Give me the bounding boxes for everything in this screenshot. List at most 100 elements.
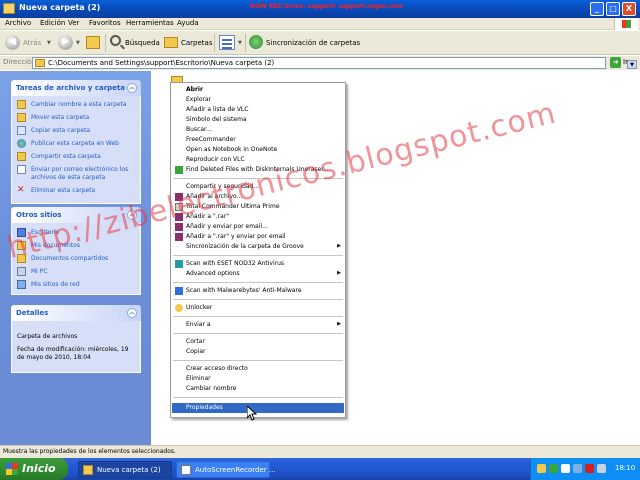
menu-item-open[interactable]: Abrir [172,85,344,95]
menu-item-groove-sync[interactable]: Sincronización de la carpeta de Groove ▶ [172,242,344,252]
menu-item-malwarebytes[interactable]: Scan with Malwarebytes' Anti-Malware [172,286,344,296]
windows-logo-icon [6,463,18,475]
maximize-button[interactable]: □ [606,2,620,16]
toolbar: ◀ Atrás ▼ ▶ ▼ Búsqueda Carpetas ▼ Sincro… [0,31,640,55]
sync-icon[interactable] [249,35,263,49]
recorder-icon [181,465,191,475]
menu-item-send-to[interactable]: Enviar a ▶ [172,320,344,330]
winrar-icon [175,233,183,241]
taskbar-item-label[interactable]: AutoScreenRecorder ... [195,466,276,474]
folders-icon[interactable] [164,37,178,48]
task-label[interactable]: Mover esta carpeta [31,114,89,121]
menu-separator [173,299,343,300]
network-icon [17,280,26,289]
start-label[interactable]: Inicio [22,462,56,475]
task-label[interactable]: Eliminar esta carpeta [31,187,95,194]
details-header[interactable]: Detalles ︽ [11,305,141,321]
uneraser-icon [175,166,183,174]
place-label[interactable]: Mi PC [31,268,48,275]
task-label[interactable]: Enviar por correo electrónico los [31,166,128,173]
details-body: Carpeta de archivos Fecha de modificació… [11,321,141,373]
menu-item-command-prompt[interactable]: Símbolo del sistema [172,115,344,125]
menu-item-create-shortcut[interactable]: Crear acceso directo [172,364,344,374]
toolbar-separator [214,34,215,52]
task-label[interactable]: Publicar esta carpeta en Web [31,140,119,147]
menu-bar: Archivo Edición Ver Favoritos Herramient… [0,18,640,30]
menu-item-add-email[interactable]: Añadir y enviar por email... [172,222,344,232]
menu-item-advanced-options[interactable]: Advanced options ▶ [172,269,344,279]
menu-separator [173,316,343,317]
mail-icon [17,165,26,174]
menu-separator [173,255,343,256]
volume-icon[interactable] [561,464,570,473]
clock[interactable]: 18:10 [615,464,635,472]
taskbar-item-explorer[interactable]: Nueva carpeta (2) [78,461,172,478]
menu-ayuda[interactable]: Ayuda [177,19,199,27]
menu-item-copy[interactable]: Copiar [172,347,344,357]
menu-favoritos[interactable]: Favoritos [89,19,121,27]
file-tasks-body: Cambiar nombre a esta carpeta Mover esta… [11,96,141,204]
task-label[interactable]: Cambiar nombre a esta carpeta [31,101,127,108]
start-button[interactable]: Inicio [0,458,68,480]
menu-item-eset-scan[interactable]: Scan with ESET NOD32 Antivirus [172,259,344,269]
file-tasks-panel: Tareas de archivo y carpeta ︽ Cambiar no… [11,80,141,204]
file-tasks-title: Tareas de archivo y carpeta [16,84,125,92]
views-dropdown-icon[interactable]: ▼ [238,40,242,46]
file-tasks-header[interactable]: Tareas de archivo y carpeta ︽ [11,80,141,96]
shield-icon[interactable] [537,464,546,473]
task-label[interactable]: Copiar esta carpeta [31,127,90,134]
place-label[interactable]: Mis sitios de red [31,281,80,288]
menu-item-delete[interactable]: Eliminar [172,374,344,384]
forward-icon[interactable]: ▶ [58,35,73,50]
menu-archivo[interactable]: Archivo [5,19,31,27]
go-icon[interactable]: ➜ [610,57,621,68]
collapse-icon[interactable]: ︽ [127,308,137,318]
menu-item-freecommander[interactable]: FreeCommander [172,135,344,145]
details-modified-date: de mayo de 2010, 18:04 [17,354,91,361]
back-label[interactable]: Atrás [23,39,41,47]
submenu-arrow-icon: ▶ [337,270,341,276]
menu-item-cut[interactable]: Cortar [172,337,344,347]
close-button[interactable]: X [622,2,636,16]
menu-ver[interactable]: Ver [68,19,79,27]
menu-herramientas[interactable]: Herramientas [126,19,174,27]
search-icon[interactable] [110,35,121,46]
taskbar-item-label[interactable]: Nueva carpeta (2) [97,466,161,474]
menu-item-explore[interactable]: Explorar [172,95,344,105]
menu-item-properties[interactable]: Propiedades [172,403,344,413]
other-places-title: Otros sitios [16,211,62,219]
menu-item-add-rar-email[interactable]: Añadir a ".rar" y enviar por email [172,232,344,242]
forward-dropdown-icon[interactable]: ▼ [76,40,80,46]
folder-icon [35,59,45,67]
menu-item-unlocker[interactable]: Unlocker [172,303,344,313]
address-value[interactable]: C:\Documents and Settings\support\Escrit… [48,59,274,67]
views-icon[interactable] [219,35,235,50]
folders-button[interactable]: Carpetas [181,39,213,47]
security-alert-icon[interactable] [585,464,594,473]
address-dropdown-icon[interactable]: ▼ [627,60,637,69]
sync-button[interactable]: Sincronización de carpetas [266,39,360,47]
system-tray: 18:10 [530,458,640,480]
menu-item-vlc-add[interactable]: Añadir a lista de VLC [172,105,344,115]
address-input[interactable]: C:\Documents and Settings\support\Escrit… [32,57,637,69]
minimize-button[interactable]: _ [590,2,604,16]
menu-separator [173,333,343,334]
up-icon[interactable] [86,36,100,49]
search-button[interactable]: Búsqueda [125,39,160,47]
menu-item-search[interactable]: Buscar... [172,125,344,135]
antivirus-icon[interactable] [549,464,558,473]
menu-edicion[interactable]: Edición [40,19,65,27]
menu-item-rename[interactable]: Cambiar nombre [172,384,344,394]
back-dropdown-icon[interactable]: ▼ [47,40,51,46]
recording-banner: NOW REC.Scree. support: support.orgen.co… [250,3,404,10]
task-label[interactable]: Compartir esta carpeta [31,153,101,160]
network-icon[interactable] [573,464,582,473]
details-title: Detalles [16,309,49,317]
taskbar-item-recorder[interactable]: AutoScreenRecorder ... [176,461,276,478]
task-label[interactable]: archivos de esta carpeta [31,174,105,181]
collapse-icon[interactable]: ︽ [127,83,137,93]
status-bar: Muestra las propiedades de los elementos… [0,445,640,458]
go-button[interactable]: Ir [623,58,628,66]
back-icon[interactable]: ◀ [5,35,20,50]
monitor-icon[interactable] [597,464,606,473]
